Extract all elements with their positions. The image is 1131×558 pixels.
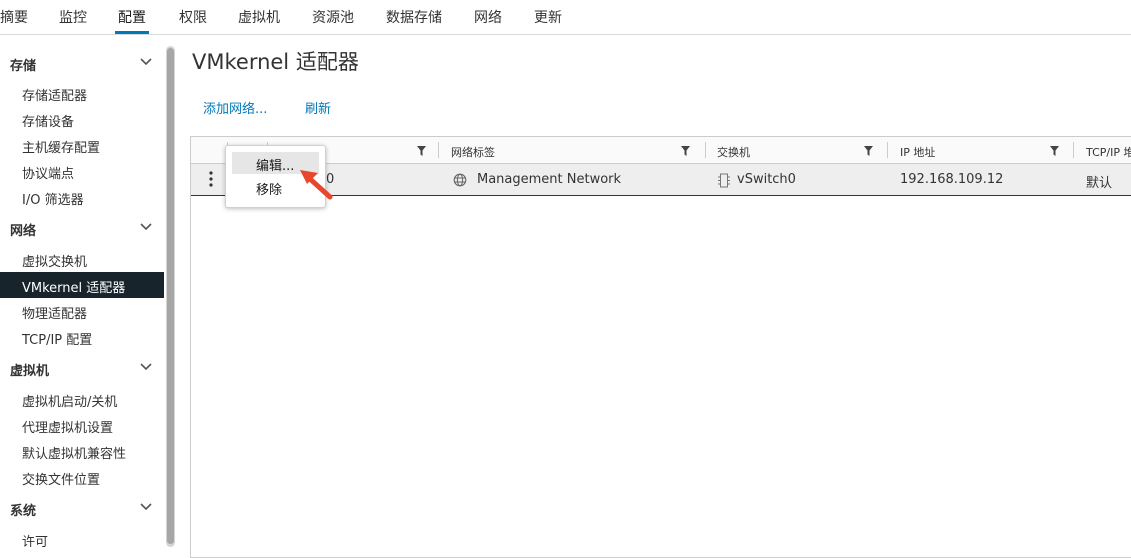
tab-updates[interactable]: 更新 xyxy=(534,0,562,34)
sidebar-item-agent-vm-settings[interactable]: 代理虚拟机设置 xyxy=(0,412,164,438)
sidebar-item-vm-startup-shutdown[interactable]: 虚拟机启动/关机 xyxy=(0,386,164,412)
sidebar-item-tcpip-config[interactable]: TCP/IP 配置 xyxy=(0,324,164,350)
sidebar-item-protocol-endpoints[interactable]: 协议端点 xyxy=(0,158,164,184)
sidebar-item-vmkernel-adapters[interactable]: VMkernel 适配器 xyxy=(0,272,164,298)
sidebar-section-title: 虚拟机 xyxy=(10,364,50,379)
column-header-tcpip-stack[interactable]: TCP/IP 堆 xyxy=(1086,144,1131,160)
tab-summary[interactable]: 摘要 xyxy=(0,0,28,34)
cell-network-label: Management Network xyxy=(477,172,622,187)
tab-networks[interactable]: 网络 xyxy=(474,0,502,34)
filter-icon[interactable] xyxy=(681,146,690,156)
sidebar-item-physical-adapters[interactable]: 物理适配器 xyxy=(0,298,164,324)
column-header-switch[interactable]: 交换机 xyxy=(717,144,750,160)
sidebar-section-virtual-machines[interactable]: 虚拟机 xyxy=(0,355,165,381)
cell-tcpip-stack: 默认 xyxy=(1086,176,1113,191)
filter-icon[interactable] xyxy=(417,146,426,156)
filter-icon[interactable] xyxy=(1050,146,1059,156)
tab-vms[interactable]: 虚拟机 xyxy=(238,0,280,34)
add-network-button[interactable]: 添加网络... xyxy=(203,98,267,117)
top-tab-bar: 摘要 监控 配置 权限 虚拟机 资源池 数据存储 网络 更新 xyxy=(0,0,1131,35)
kebab-menu-icon[interactable] xyxy=(207,169,215,189)
column-separator xyxy=(705,142,706,158)
sidebar-section-title: 网络 xyxy=(10,224,37,239)
sidebar-section-networking[interactable]: 网络 xyxy=(0,215,165,241)
sidebar-section-title: 系统 xyxy=(10,504,37,519)
chevron-down-icon xyxy=(140,503,152,511)
sidebar-item-host-cache[interactable]: 主机缓存配置 xyxy=(0,132,164,158)
arrow-pointer-icon xyxy=(300,170,333,200)
grid-header: 网络标签 交换机 IP 地址 TCP/IP 堆 xyxy=(191,137,1131,164)
tab-configure[interactable]: 配置 xyxy=(115,0,149,34)
switch-icon xyxy=(718,173,730,188)
tab-monitor[interactable]: 监控 xyxy=(59,0,87,34)
sidebar-section-title: 存储 xyxy=(10,59,37,74)
column-separator xyxy=(438,142,439,158)
settings-sidebar: 存储 存储适配器 存储设备 主机缓存配置 协议端点 I/O 筛选器 网络 虚拟交… xyxy=(0,35,165,547)
sidebar-item-storage-adapters[interactable]: 存储适配器 xyxy=(0,80,164,106)
network-globe-icon xyxy=(453,173,467,187)
sidebar-section-system[interactable]: 系统 xyxy=(0,495,165,521)
sidebar-section-storage[interactable]: 存储 xyxy=(0,50,165,76)
sidebar-item-virtual-switches[interactable]: 虚拟交换机 xyxy=(0,246,164,272)
sidebar-scrollbar[interactable] xyxy=(166,46,175,547)
sidebar-item-storage-devices[interactable]: 存储设备 xyxy=(0,106,164,132)
chevron-down-icon xyxy=(140,363,152,371)
page-title: VMkernel 适配器 xyxy=(192,50,359,74)
column-header-network-label[interactable]: 网络标签 xyxy=(451,144,495,160)
tab-datastores[interactable]: 数据存储 xyxy=(386,0,442,34)
filter-icon[interactable] xyxy=(864,146,873,156)
cell-ip-address: 192.168.109.12 xyxy=(900,172,1004,187)
column-separator xyxy=(1073,142,1074,158)
chevron-down-icon xyxy=(140,223,152,231)
column-header-ip-address[interactable]: IP 地址 xyxy=(900,144,935,160)
refresh-button[interactable]: 刷新 xyxy=(305,98,331,117)
sidebar-item-swap-file-location[interactable]: 交换文件位置 xyxy=(0,464,164,490)
tab-permissions[interactable]: 权限 xyxy=(179,0,207,34)
chevron-down-icon xyxy=(140,58,152,66)
sidebar-item-io-filters[interactable]: I/O 筛选器 xyxy=(0,184,164,210)
cell-switch: vSwitch0 xyxy=(737,172,796,187)
sidebar-item-licensing[interactable]: 许可 xyxy=(0,526,164,547)
column-separator xyxy=(887,142,888,158)
sidebar-item-default-vm-compatibility[interactable]: 默认虚拟机兼容性 xyxy=(0,438,164,464)
sidebar-scrollbar-thumb[interactable] xyxy=(167,48,174,544)
tab-resource-pools[interactable]: 资源池 xyxy=(312,0,354,34)
